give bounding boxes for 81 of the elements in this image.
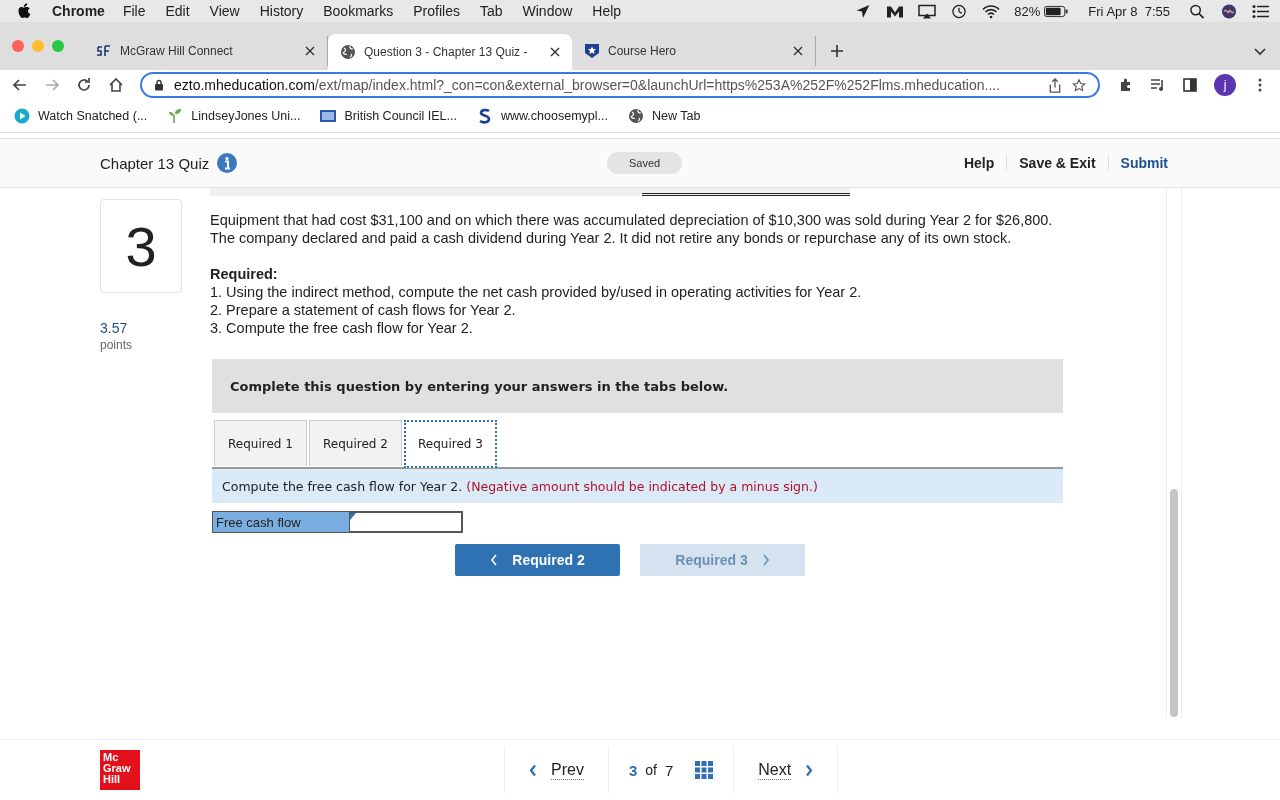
page-total: 7 (664, 761, 674, 779)
current-page: 3 (628, 761, 638, 779)
home-icon[interactable] (108, 77, 124, 93)
bookmark[interactable]: LindseyJones Uni... (167, 108, 301, 124)
prompt-text: Compute the free cash flow for Year 2. (Negative amount should be indicated by a minus sign.) (222, 478, 818, 494)
close-tab-icon[interactable] (305, 46, 315, 56)
sprout-icon (167, 108, 184, 124)
control-center-icon[interactable] (1252, 3, 1270, 19)
menu-item[interactable]: History (259, 3, 304, 19)
address-bar[interactable]: ezto.mheducation.com/ext/map/index.html?_con=con&external_browser=0&launchUrl=https%253A%252F%252Flms.mheducation.... (140, 72, 1100, 98)
reload-icon[interactable] (76, 77, 92, 93)
menubar-clock: Fri Apr 8 7:55 (1088, 3, 1170, 19)
header-link[interactable]: Help (951, 155, 1008, 171)
menu-item[interactable]: Bookmarks (323, 3, 394, 19)
chevron-left-icon (529, 763, 537, 777)
sf-logo-icon (96, 43, 112, 59)
side-panel-icon[interactable] (1182, 77, 1198, 93)
site-icon (320, 108, 337, 124)
quiz-title: Chapter 13 Quiz (100, 154, 210, 172)
siri-icon[interactable] (1220, 3, 1238, 19)
chevron-right-icon (761, 554, 770, 566)
play-icon (14, 108, 30, 124)
chevron-down-icon[interactable] (1254, 48, 1266, 56)
answer-tab[interactable]: Required 3 (404, 420, 497, 468)
screen-mirroring-icon[interactable] (918, 3, 937, 19)
scrollbar-thumb[interactable] (1170, 489, 1178, 717)
answer-label: Free cash flow (212, 511, 350, 533)
page-of: of (645, 762, 657, 778)
answer-field[interactable] (350, 511, 463, 533)
answer-tab[interactable]: Required 1 (214, 420, 307, 466)
required-item: 1. Using the indirect method, compute the net cash provided by/used in operating activities for Year 2. (210, 283, 863, 301)
back-icon[interactable] (12, 77, 28, 93)
question-number: 3 (100, 199, 182, 293)
menu-item[interactable]: Window (522, 3, 573, 19)
menu-item[interactable]: Profiles (413, 3, 460, 19)
chevron-right-icon (805, 763, 814, 777)
required-item: 3. Compute the free cash flow for Year 2. (210, 319, 474, 337)
required-heading: Required: (210, 265, 279, 283)
bookmark[interactable]: www.choosemypl... (476, 108, 608, 124)
info-icon[interactable] (217, 153, 238, 173)
menu-item[interactable]: Tab (479, 3, 503, 19)
menu-item[interactable]: View (209, 3, 240, 19)
menu-item[interactable]: File (122, 3, 146, 19)
battery-icon[interactable] (1044, 3, 1069, 19)
question-text: The company declared and paid a cash dividend during Year 2. It did not retire any bonds or repurchase any of its own stock. (210, 229, 1013, 247)
instructions-text: Complete this question by entering your answers in the tabs below. (230, 378, 729, 394)
browser-tab[interactable]: Question 3 - Chapter 13 Quiz - (328, 34, 572, 70)
next-link[interactable]: Next (758, 760, 814, 780)
required-item: 2. Prepare a statement of cash flows for Year 2. (210, 301, 517, 319)
bookmark[interactable]: New Tab (627, 108, 701, 124)
prev-link[interactable]: Prev (529, 760, 584, 780)
battery-percentage: 82% (1014, 3, 1041, 19)
saved-status: Saved (607, 152, 683, 174)
time-machine-icon[interactable] (950, 3, 969, 19)
menu-item[interactable]: Help (592, 3, 622, 19)
new-tab-icon[interactable] (830, 44, 844, 58)
search-icon[interactable] (1188, 3, 1206, 19)
globe-icon (627, 108, 644, 124)
bookmark[interactable]: British Council IEL... (320, 108, 457, 124)
step-button[interactable]: Required 2 (455, 544, 620, 576)
apple-icon[interactable] (18, 3, 32, 19)
chevron-left-icon (490, 554, 499, 566)
app-menu[interactable]: Chrome (52, 3, 105, 19)
menu-item[interactable]: Edit (165, 3, 190, 19)
header-link[interactable]: Submit (1108, 155, 1168, 171)
mcgraw-hill-logo: Mc Graw Hill (100, 750, 140, 790)
question-text: Equipment that had cost $31,100 and on which there was accumulated depreciation of $10,300 was sold during Year 2 for $26,800. (210, 211, 1054, 229)
answer-tab[interactable]: Required 2 (309, 420, 402, 466)
close-tab-icon[interactable] (550, 47, 560, 57)
profile-avatar[interactable]: j (1214, 74, 1236, 96)
wifi-icon[interactable] (982, 3, 1001, 19)
close-tab-icon[interactable] (793, 46, 803, 56)
points-value: 3.57 (100, 320, 129, 336)
media-queue-icon[interactable] (1150, 77, 1166, 93)
grid-icon[interactable] (695, 761, 714, 779)
globe-icon (340, 44, 356, 60)
bookmark[interactable]: Watch Snatched (... (14, 108, 148, 124)
points-label: points (100, 338, 134, 352)
shield-star-icon (584, 43, 600, 59)
browser-tab[interactable]: Course Hero (572, 36, 816, 66)
header-link[interactable]: Save & Exit (1007, 155, 1109, 171)
